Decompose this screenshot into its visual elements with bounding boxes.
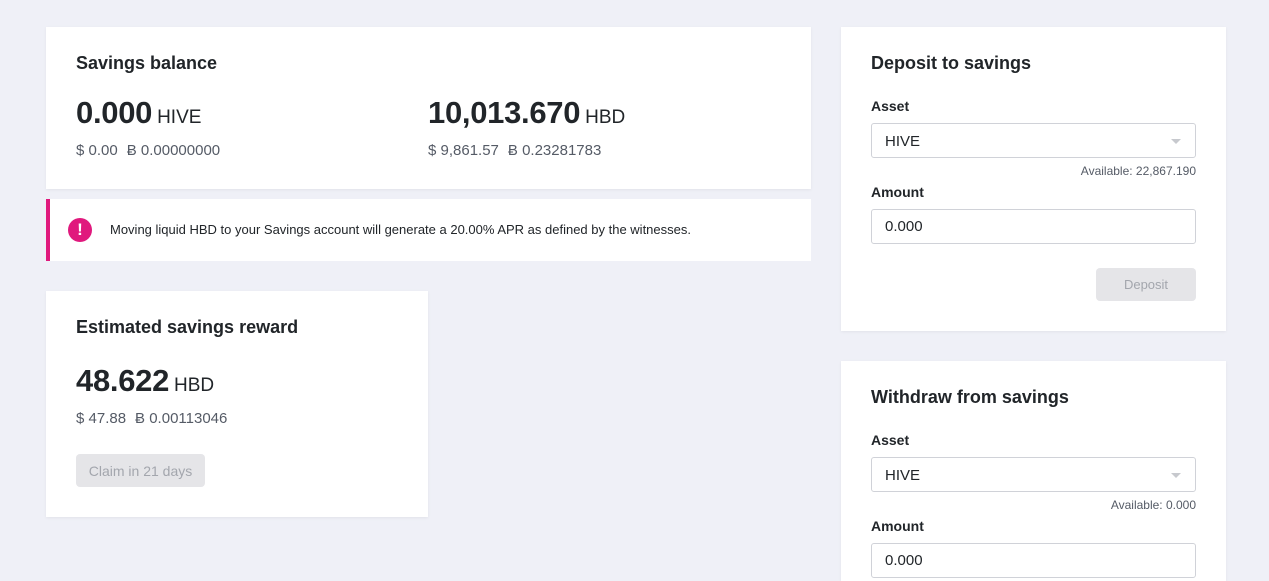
hbd-balance-unit: HBD xyxy=(585,107,626,128)
claim-button[interactable]: Claim in 21 days xyxy=(76,454,205,487)
hive-balance-usd: $ 0.00 xyxy=(76,142,118,159)
reward-usd: $ 47.88 xyxy=(76,410,127,427)
hive-balance-unit: HIVE xyxy=(157,107,202,128)
hive-balance-amount: 0.000 xyxy=(76,95,153,130)
reward-fiat: $ 47.88 Ƀ 0.00113046 xyxy=(76,410,227,427)
withdraw-available: Available: 0.000 xyxy=(1110,498,1196,512)
estimated-reward-title: Estimated savings reward xyxy=(76,317,299,337)
deposit-amount-input[interactable] xyxy=(871,209,1196,244)
savings-balance-card: Savings balance 0.000 HIVE $ 0.00 Ƀ 0.0000… xyxy=(46,27,811,189)
deposit-asset-select[interactable]: HIVE xyxy=(871,123,1196,158)
deposit-available: Available: 22,867.190 xyxy=(1080,164,1196,178)
chevron-down-icon xyxy=(1171,473,1181,478)
apr-info-text: Moving liquid HBD to your Savings accoun… xyxy=(110,222,691,237)
hbd-balance-usd: $ 9,861.57 xyxy=(428,142,499,159)
deposit-amount-label: Amount xyxy=(871,184,924,200)
hbd-balance: 10,013.670 HBD xyxy=(428,95,625,131)
withdraw-amount-input[interactable] xyxy=(871,543,1196,578)
deposit-asset-label: Asset xyxy=(871,98,910,114)
hive-balance-btc: Ƀ 0.00000000 xyxy=(126,142,221,159)
savings-balance-title: Savings balance xyxy=(76,53,218,73)
exclamation-icon: ! xyxy=(68,218,92,242)
withdraw-title: Withdraw from savings xyxy=(871,387,1069,407)
reward-unit: HBD xyxy=(174,375,215,396)
withdraw-asset-label: Asset xyxy=(871,432,910,448)
withdraw-asset-value: HIVE xyxy=(885,467,921,484)
hbd-balance-btc: Ƀ 0.23281783 xyxy=(507,142,602,159)
withdraw-card: Withdraw from savings Asset HIVE Availab… xyxy=(841,361,1226,581)
reward-amount-line: 48.622 HBD xyxy=(76,363,214,399)
estimated-reward-card: Estimated savings reward 48.622 HBD $ 47.… xyxy=(46,291,428,517)
reward-btc: Ƀ 0.00113046 xyxy=(135,410,228,427)
hbd-balance-fiat: $ 9,861.57 Ƀ 0.23281783 xyxy=(428,142,601,159)
deposit-card: Deposit to savings Asset HIVE Available:… xyxy=(841,27,1226,331)
deposit-title: Deposit to savings xyxy=(871,53,1032,73)
hbd-balance-amount: 10,013.670 xyxy=(428,95,581,130)
apr-info-alert: ! Moving liquid HBD to your Savings acco… xyxy=(46,199,811,261)
withdraw-amount-label: Amount xyxy=(871,518,924,534)
hive-balance-fiat: $ 0.00 Ƀ 0.00000000 xyxy=(76,142,220,159)
withdraw-asset-select[interactable]: HIVE xyxy=(871,457,1196,492)
chevron-down-icon xyxy=(1171,139,1181,144)
deposit-button[interactable]: Deposit xyxy=(1096,268,1196,301)
reward-amount: 48.622 xyxy=(76,363,170,398)
hive-balance: 0.000 HIVE xyxy=(76,95,201,131)
deposit-asset-value: HIVE xyxy=(885,133,921,150)
